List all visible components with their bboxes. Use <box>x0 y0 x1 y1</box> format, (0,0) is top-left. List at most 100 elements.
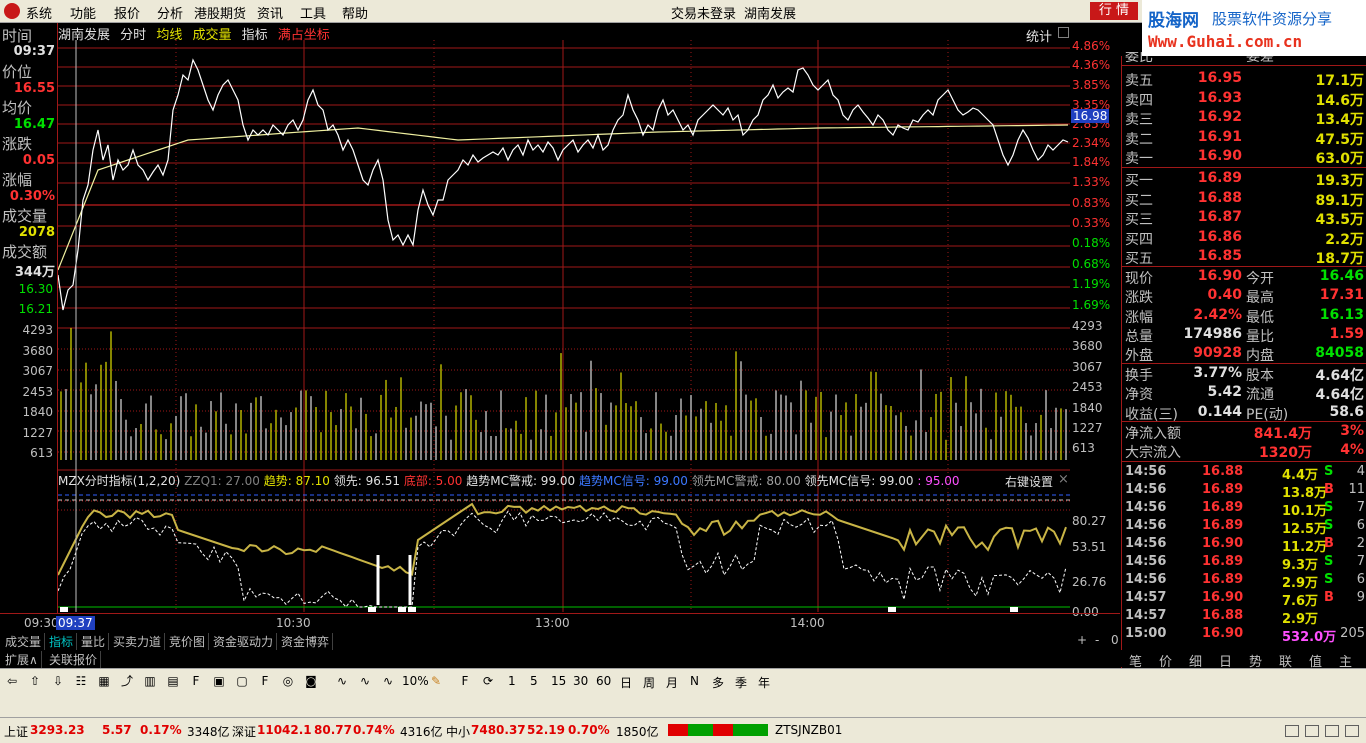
tab-related-quote[interactable]: 关联报价 <box>46 651 102 668</box>
stat-row: 涨跌 0.40 最高 17.31 <box>1122 287 1366 306</box>
pct-value: 0.30% <box>9 189 55 204</box>
refresh-icon[interactable]: ⟳ <box>480 673 496 689</box>
amount-label: 成交额 <box>2 243 48 261</box>
calc-icon[interactable]: ▣ <box>211 673 227 689</box>
menu-tools[interactable]: 工具 <box>300 3 326 22</box>
compare-icon[interactable]: ◎ <box>280 673 296 689</box>
period-1[interactable]: 1 <box>508 674 516 688</box>
settings-icon[interactable]: ◙ <box>303 673 319 689</box>
indicator-name[interactable]: MZX分时指标(1,2,20) <box>58 474 180 488</box>
axis-vol-5: 1227 <box>1072 421 1103 435</box>
quote-button[interactable]: 行 情 <box>1090 2 1138 20</box>
right-key-settings[interactable]: 右键设置 <box>1005 473 1053 490</box>
menu-function[interactable]: 功能 <box>70 3 96 22</box>
ask-row[interactable]: 卖三 16.92 13.4万 <box>1122 109 1366 128</box>
restore-icon[interactable] <box>1058 27 1069 38</box>
zoom-reset-button[interactable]: 0 <box>1108 633 1122 647</box>
tick-price: 16.89 <box>1202 518 1244 533</box>
period-month[interactable]: 月 <box>666 674 678 691</box>
toolbar: ⇦ ⇧ ⇩ ☷ ▦ ⤴ ▥ ▤ F ▣ ▢ F ◎ ◙ ∿ ∿ ∿ 10% ✎ … <box>0 668 1366 696</box>
menu-help[interactable]: 帮助 <box>342 3 368 22</box>
axis-pct-8: 0.83% <box>1072 196 1111 210</box>
wave-icon[interactable]: ∿ <box>334 673 350 689</box>
bid-row[interactable]: 买五 16.85 18.7万 <box>1122 248 1366 267</box>
period-15[interactable]: 15 <box>551 674 566 688</box>
app-icon[interactable] <box>4 3 20 19</box>
down-icon[interactable]: ⇩ <box>50 673 66 689</box>
price-value: 16.55 <box>13 81 55 96</box>
period-multi[interactable]: 多 <box>712 674 724 691</box>
zx-pct: 0.70% <box>568 723 610 737</box>
status-icon-4[interactable] <box>1345 725 1359 737</box>
ask-row[interactable]: 卖二 16.91 47.5万 <box>1122 129 1366 148</box>
stat2-value2: 4.64亿 <box>1315 368 1364 384</box>
grid-icon[interactable]: ▦ <box>96 673 112 689</box>
zx-label[interactable]: 中小 <box>446 723 470 740</box>
change-label: 涨跌 <box>2 135 33 153</box>
menu-analysis[interactable]: 分析 <box>157 3 183 22</box>
bid-row[interactable]: 买四 16.86 2.2万 <box>1122 229 1366 248</box>
indicator-marks <box>60 555 1018 612</box>
period-5[interactable]: 5 <box>530 674 538 688</box>
period-year[interactable]: 年 <box>758 674 770 691</box>
pencil-icon[interactable]: ✎ <box>428 673 444 689</box>
tab-fund-game[interactable]: 资金博弈 <box>278 633 334 650</box>
sh-label[interactable]: 上证 <box>4 723 28 740</box>
bottom-value: 底部: 5.00 <box>403 474 463 488</box>
back-icon[interactable]: ⇦ <box>4 673 20 689</box>
period-60[interactable]: 60 <box>596 674 611 688</box>
kline-icon[interactable]: ▥ <box>142 673 158 689</box>
list-icon[interactable]: ☷ <box>73 673 89 689</box>
info-icon[interactable]: ▢ <box>234 673 250 689</box>
tab-indicator[interactable]: 指标 <box>46 633 78 650</box>
menu-quote[interactable]: 报价 <box>114 3 140 22</box>
pct-button[interactable]: 10% <box>402 674 429 688</box>
tab-volume-ratio[interactable]: 量比 <box>78 633 110 650</box>
period-n[interactable]: N <box>690 674 699 688</box>
report-icon[interactable]: ▤ <box>165 673 181 689</box>
wave2-icon[interactable]: ∿ <box>357 673 373 689</box>
window-stock-title: 湖南发展 <box>744 7 797 22</box>
line-chart-icon[interactable]: ⤴ <box>119 673 135 689</box>
zoom-in-button[interactable]: + <box>1074 633 1090 647</box>
menu-hk-futures[interactable]: 港股期货 <box>194 3 246 22</box>
f10-icon[interactable]: F <box>188 673 204 689</box>
login-status[interactable]: 交易未登录 <box>671 3 736 22</box>
ask-row[interactable]: 卖一 16.90 63.0万 <box>1122 148 1366 167</box>
period-week[interactable]: 周 <box>643 674 655 691</box>
tab-auction[interactable]: 竞价图 <box>166 633 210 650</box>
up-icon[interactable]: ⇧ <box>27 673 43 689</box>
period-30[interactable]: 30 <box>573 674 588 688</box>
change-value: 0.05 <box>22 153 55 168</box>
tab-fund-drive[interactable]: 资金驱动力 <box>210 633 278 650</box>
left-tick-price-2: 16.21 <box>18 302 53 316</box>
intraday-chart[interactable] <box>58 40 1070 613</box>
flow-value: 1320万 <box>1259 445 1312 461</box>
period-season[interactable]: 季 <box>735 674 747 691</box>
tab-buy-sell-force[interactable]: 买卖力道 <box>110 633 166 650</box>
ask-row[interactable]: 卖四 16.93 14.6万 <box>1122 90 1366 109</box>
stat2-value: 5.42 <box>1207 384 1242 401</box>
flow-row: 大宗流入 1320万 4% <box>1122 442 1366 461</box>
status-icon-3[interactable] <box>1325 725 1339 737</box>
ask-row[interactable]: 卖五 16.95 17.1万 <box>1122 70 1366 89</box>
pct-label: 涨幅 <box>2 171 33 189</box>
wave3-icon[interactable]: ∿ <box>380 673 396 689</box>
tab-extend[interactable]: 扩展∧ <box>2 651 42 668</box>
sz-label[interactable]: 深证 <box>232 723 256 740</box>
close-icon[interactable]: × <box>1058 472 1069 487</box>
tab-volume[interactable]: 成交量 <box>2 633 46 650</box>
bid-row[interactable]: 买三 16.87 43.5万 <box>1122 209 1366 228</box>
zoom-out-button[interactable]: - <box>1092 633 1102 647</box>
menu-system[interactable]: 系统 <box>26 3 52 22</box>
f12-icon[interactable]: F <box>257 673 273 689</box>
logo-text-1: 股海网 <box>1148 11 1199 31</box>
status-icon-1[interactable] <box>1285 725 1299 737</box>
bid-row[interactable]: 买一 16.89 19.3万 <box>1122 170 1366 189</box>
menu-news[interactable]: 资讯 <box>257 3 283 22</box>
bid-label: 买四 <box>1125 231 1153 248</box>
bid-row[interactable]: 买二 16.88 89.1万 <box>1122 190 1366 209</box>
status-icon-2[interactable] <box>1305 725 1319 737</box>
f5-icon[interactable]: F <box>457 673 473 689</box>
period-day[interactable]: 日 <box>620 674 632 691</box>
